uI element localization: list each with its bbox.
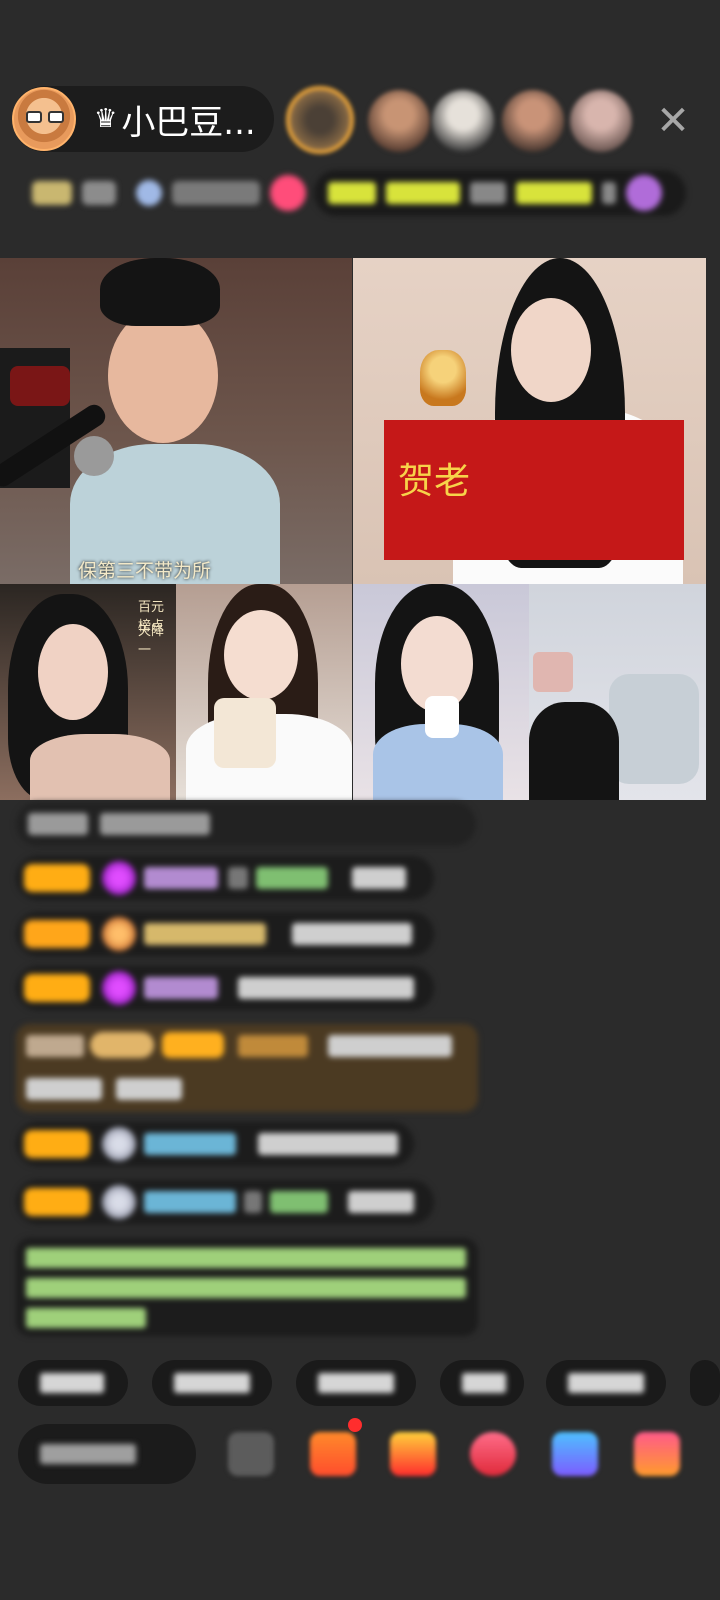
video-tile-guest-5[interactable] — [529, 584, 706, 800]
chat-message[interactable] — [16, 1122, 414, 1166]
crown-icon: ♛ — [94, 104, 118, 134]
fan-club-icon[interactable] — [310, 1432, 356, 1476]
notification-dot — [348, 1418, 362, 1432]
fortune-god-sticker — [420, 350, 466, 406]
host-name: ♛ 小巴豆... — [94, 102, 256, 143]
top-viewer-avatar[interactable] — [570, 90, 632, 152]
video-tile-guest-4[interactable] — [353, 584, 529, 800]
tile-overlay-text: 天降一 — [138, 624, 165, 658]
top-viewer-avatar[interactable] — [432, 90, 494, 152]
chat-message[interactable] — [16, 966, 434, 1010]
top-viewer-avatar[interactable] — [286, 86, 354, 154]
close-icon[interactable]: ✕ — [650, 98, 696, 144]
video-tile-guest-2[interactable]: 百元榜点 天降一 — [0, 584, 176, 800]
chat-message[interactable] — [16, 912, 434, 956]
top-viewer-avatar[interactable] — [502, 90, 564, 152]
video-tile-guest-3[interactable] — [176, 584, 352, 800]
comment-input[interactable] — [18, 1424, 196, 1484]
recharge-icon[interactable] — [470, 1432, 516, 1476]
top-viewer-avatar[interactable] — [368, 90, 430, 152]
activity-banner[interactable] — [314, 170, 686, 216]
quick-reply-chip[interactable] — [546, 1360, 666, 1406]
video-caption: 保第三不带为所 — [78, 560, 212, 582]
emoji-icon[interactable] — [228, 1432, 274, 1476]
host-avatar[interactable] — [12, 87, 76, 151]
gift-icon[interactable] — [634, 1432, 680, 1476]
quick-reply-chip[interactable] — [440, 1360, 524, 1406]
host-info-pill[interactable]: ♛ 小巴豆... — [12, 86, 274, 152]
video-tile-main-host[interactable] — [0, 258, 352, 584]
chat-message[interactable] — [16, 1180, 434, 1224]
quick-reply-chip[interactable] — [18, 1360, 128, 1406]
task-icon[interactable] — [390, 1432, 436, 1476]
chat-message[interactable] — [16, 856, 434, 900]
quick-reply-chip[interactable] — [296, 1360, 416, 1406]
gift-message[interactable] — [16, 1024, 478, 1112]
banner-text: 贺老 — [398, 461, 471, 502]
quick-reply-chip[interactable] — [152, 1360, 272, 1406]
system-notice — [16, 1238, 478, 1336]
microphone-head — [74, 436, 114, 476]
share-icon[interactable] — [552, 1432, 598, 1476]
chat-message[interactable] — [16, 802, 476, 846]
quick-reply-chip[interactable] — [690, 1360, 720, 1406]
room-info-strip[interactable] — [22, 170, 314, 216]
